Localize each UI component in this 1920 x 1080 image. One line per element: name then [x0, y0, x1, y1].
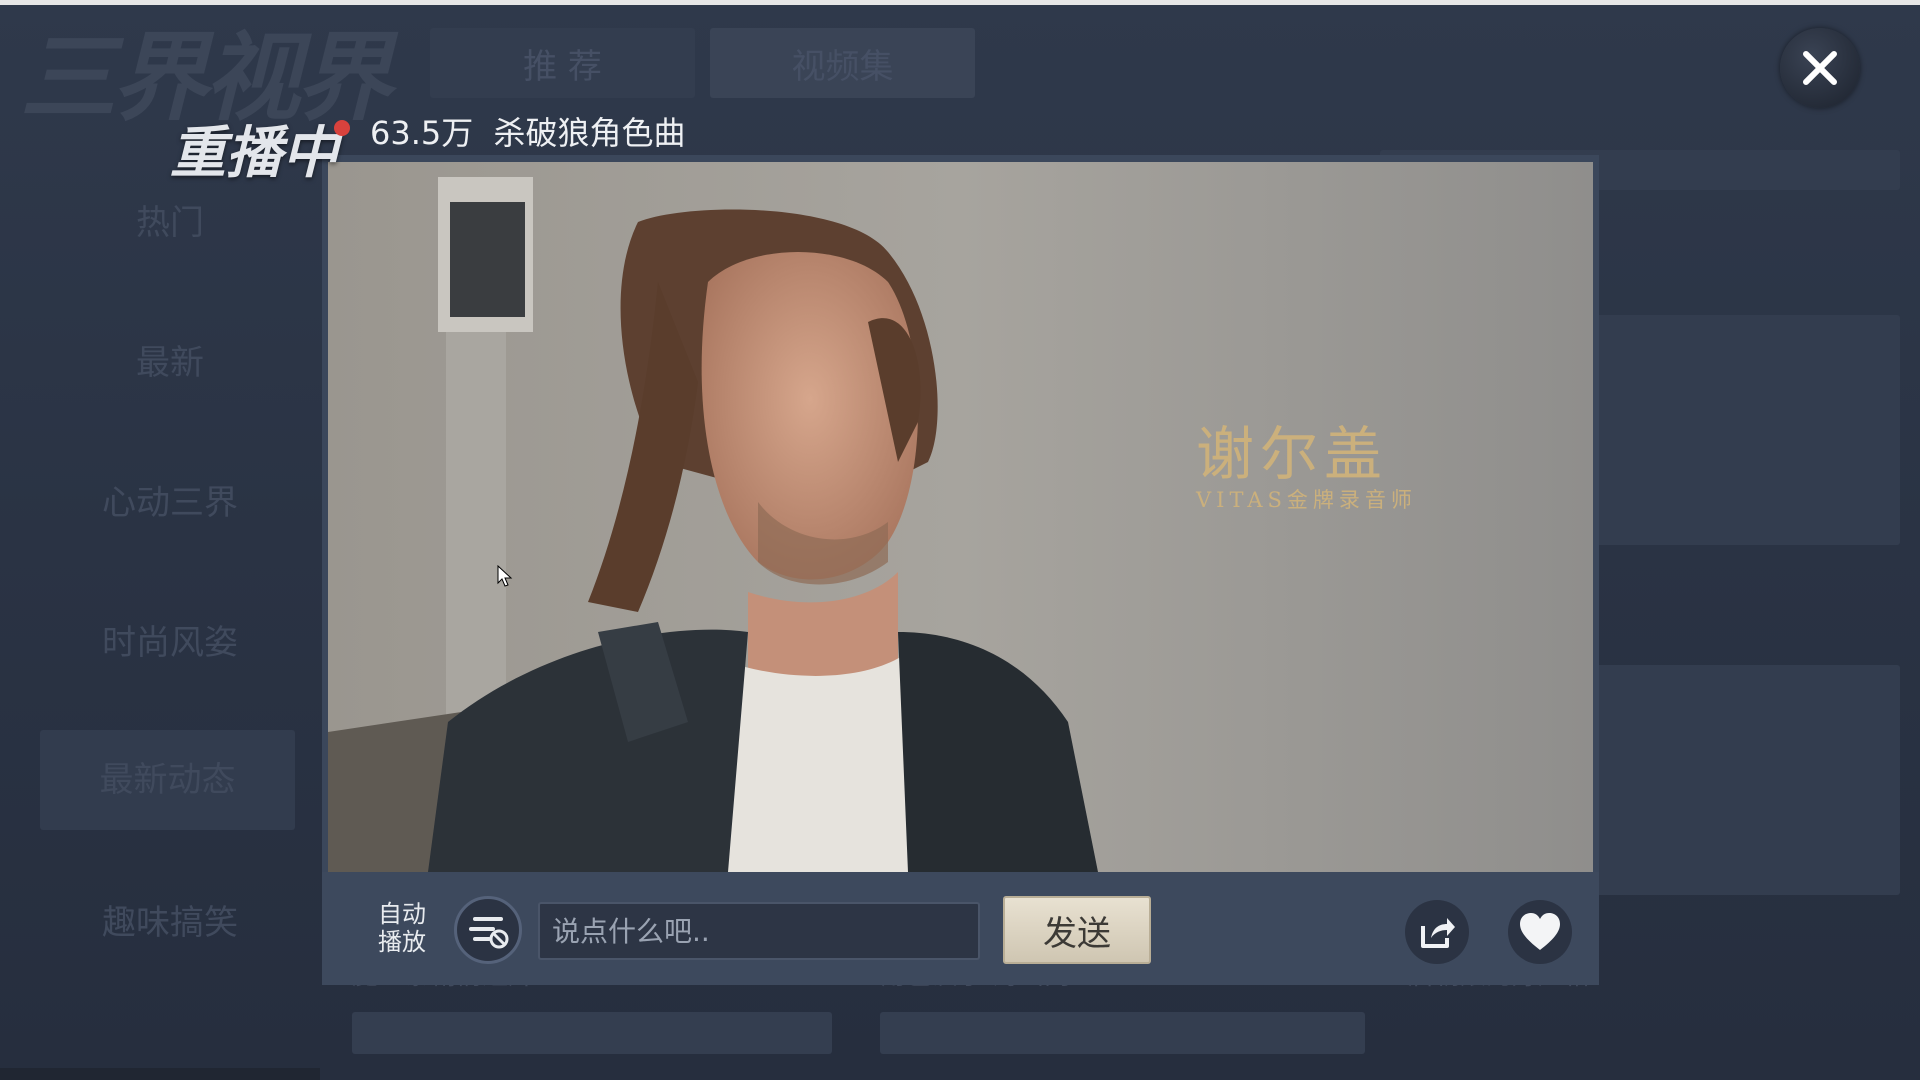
sidebar-item-hot[interactable]: 热门	[0, 195, 340, 244]
video-title-line: 63.5万 杀破狼角色曲	[370, 108, 685, 154]
close-button[interactable]	[1780, 28, 1860, 108]
window-top-edge	[0, 0, 1920, 5]
bottom-status-bar	[0, 1068, 320, 1080]
like-button[interactable]	[1508, 900, 1572, 964]
replay-status-label: 重播中	[170, 121, 338, 186]
category-sidebar: 热门 最新 心动三界 时尚风姿 最新动态 趣味搞笑	[0, 150, 340, 1050]
sidebar-item-news[interactable]: 最新动态	[40, 730, 295, 830]
sidebar-item-heartbeat[interactable]: 心动三界	[0, 475, 340, 524]
danmaku-toggle-icon	[469, 917, 509, 949]
video-title: 杀破狼角色曲	[493, 114, 686, 152]
danmaku-toggle-button[interactable]	[454, 896, 522, 964]
video-still-image	[328, 162, 1593, 872]
send-button[interactable]: 发送	[1003, 896, 1151, 964]
share-icon	[1421, 918, 1455, 948]
views-dot-icon	[334, 120, 350, 136]
mouse-cursor	[497, 565, 513, 587]
share-button[interactable]	[1405, 900, 1469, 964]
view-count: 63.5万	[370, 114, 474, 152]
video-frame[interactable]	[328, 162, 1593, 872]
background-card	[880, 1012, 1365, 1054]
tab-recommend[interactable]: 推 荐	[430, 28, 695, 98]
heart-icon	[1520, 913, 1560, 950]
autoplay-toggle[interactable]: 自动播放	[372, 900, 432, 956]
close-icon	[1803, 51, 1837, 85]
sidebar-item-latest[interactable]: 最新	[0, 335, 340, 384]
comment-input[interactable]	[538, 902, 980, 960]
tab-video-collection[interactable]: 视频集	[710, 28, 975, 98]
background-card	[352, 1012, 832, 1054]
autoplay-label: 自动播放	[378, 900, 426, 956]
video-caption-role: VITAS金牌录音师	[1196, 488, 1417, 512]
video-caption-name: 谢尔盖	[1196, 420, 1389, 488]
sidebar-item-funny[interactable]: 趣味搞笑	[0, 895, 340, 944]
sidebar-item-fashion[interactable]: 时尚风姿	[0, 615, 340, 664]
